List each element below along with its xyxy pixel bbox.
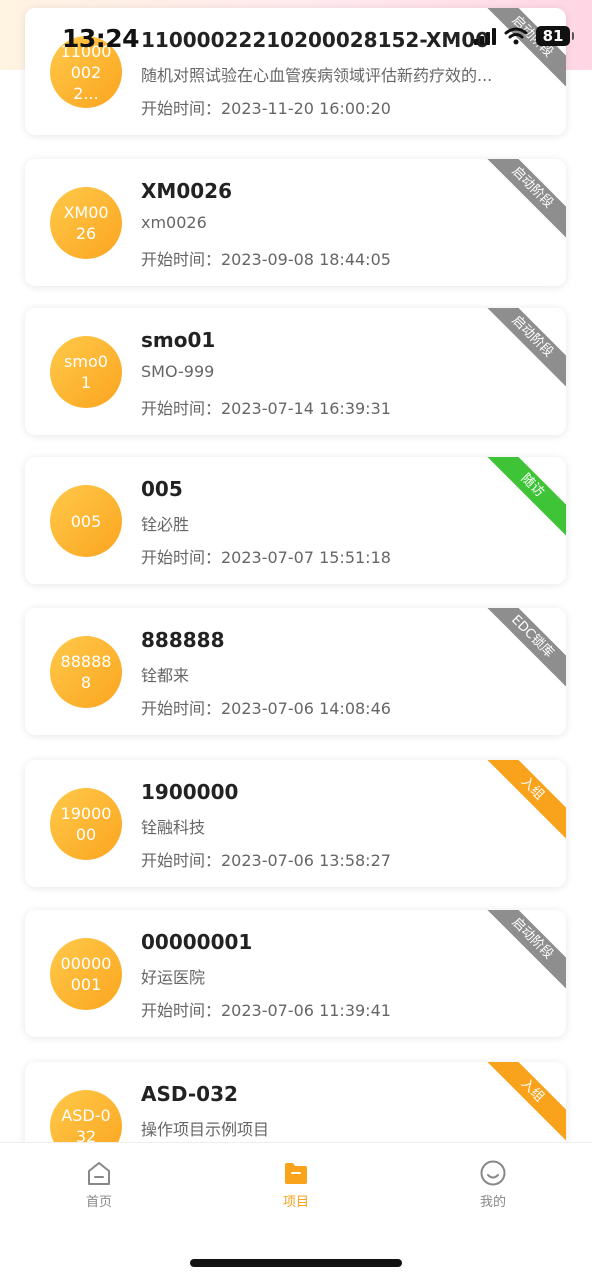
project-code: smo01: [141, 328, 216, 352]
project-card[interactable]: XM0026 XM0026 xm0026 开始时间：2023-09-08 18:…: [25, 159, 566, 286]
tab-mine-label: 我的: [479, 1195, 506, 1210]
project-code: 00000001: [141, 930, 253, 954]
project-name: 好运医院: [141, 968, 206, 987]
tab-home[interactable]: 首页: [39, 1159, 159, 1215]
project-avatar: 110000022...: [50, 36, 122, 108]
project-card[interactable]: 110000022... 11000022210200028152-XM00 随…: [25, 8, 566, 135]
project-card[interactable]: smo01 smo01 SMO-999 开始时间：2023-07-14 16:3…: [25, 308, 566, 435]
project-start-time: 开始时间：2023-07-06 13:58:27: [141, 851, 391, 870]
project-start-time: 开始时间：2023-11-20 16:00:20: [141, 99, 391, 118]
project-name: 铨融科技: [141, 818, 206, 837]
project-name: SMO-999: [141, 362, 215, 381]
project-name: 操作项目示例项目: [141, 1120, 270, 1139]
project-avatar: 005: [50, 485, 122, 557]
project-start-time: 开始时间：2023-07-06 14:08:46: [141, 699, 391, 718]
project-name: xm0026: [141, 213, 207, 232]
project-start-time: 开始时间：2023-07-07 15:51:18: [141, 548, 391, 567]
project-code: ASD-032: [141, 1082, 238, 1106]
project-card[interactable]: 005 005 铨必胜 开始时间：2023-07-07 15:51:18 随访: [25, 457, 566, 584]
project-avatar: 1900000: [50, 788, 122, 860]
project-card[interactable]: 00000001 00000001 好运医院 开始时间：2023-07-06 1…: [25, 910, 566, 1037]
project-start-time: 开始时间：2023-07-14 16:39:31: [141, 399, 391, 418]
project-avatar: XM0026: [50, 187, 122, 259]
project-code: 888888: [141, 628, 225, 652]
project-code: 005: [141, 477, 183, 501]
project-code: XM0026: [141, 179, 232, 203]
project-avatar: 888888: [50, 636, 122, 708]
project-avatar: 00000001: [50, 938, 122, 1010]
tab-mine[interactable]: 我的: [433, 1159, 553, 1215]
project-name: 随机对照试验在心血管疾病领域评估新药疗效的...: [141, 66, 493, 85]
project-avatar: smo01: [50, 336, 122, 408]
project-name: 铨必胜: [141, 515, 190, 534]
folder-icon: [285, 1163, 307, 1184]
tab-projects[interactable]: 项目: [236, 1159, 356, 1215]
tab-home-label: 首页: [85, 1195, 112, 1210]
project-code: 1900000: [141, 780, 239, 804]
project-start-time: 开始时间：2023-09-08 18:44:05: [141, 250, 391, 269]
project-start-time: 开始时间：2023-07-06 11:39:41: [141, 1001, 391, 1020]
project-code: 11000022210200028152-XM00: [141, 28, 490, 52]
project-card[interactable]: 888888 888888 铨都来 开始时间：2023-07-06 14:08:…: [25, 608, 566, 735]
home-icon: [88, 1162, 110, 1185]
project-card[interactable]: 1900000 1900000 铨融科技 开始时间：2023-07-06 13:…: [25, 760, 566, 887]
project-name: 铨都来: [141, 666, 190, 685]
smile-face-icon: [480, 1160, 506, 1186]
tab-projects-label: 项目: [282, 1195, 309, 1210]
home-indicator: [190, 1259, 402, 1267]
